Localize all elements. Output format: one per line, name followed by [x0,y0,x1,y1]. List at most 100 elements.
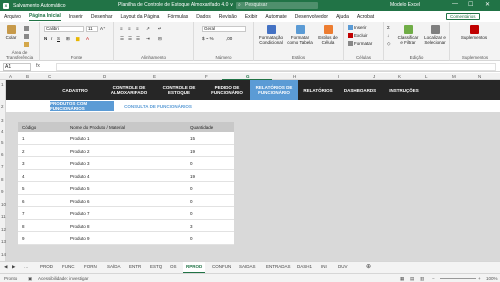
column-header[interactable]: K [398,74,401,79]
column-header[interactable]: H [293,74,296,79]
column-header[interactable]: M [452,74,456,79]
prev-sheet-icon[interactable]: ◀ [4,264,7,270]
table-row[interactable]: 3 Produto 3 0 [18,157,234,170]
row-header[interactable]: 7 [1,164,4,169]
nav-controle-almoxarifado[interactable]: CONTROLE DE ALMOXARIFADO [104,80,154,100]
row-header[interactable]: 6 [1,152,4,157]
tab-formulas[interactable]: Fórmulas [167,13,188,21]
nav-instrucoes[interactable]: INSTRUÇÕES [382,80,426,100]
formula-input[interactable] [56,63,496,71]
sheet-tab-saidas[interactable]: SAIDAS [239,264,256,269]
column-header[interactable]: I [338,74,339,79]
search-box[interactable]: ⌕ Pesquisar [236,2,318,9]
column-header[interactable]: E [153,74,156,79]
nav-relatorios[interactable]: RELATÓRIOS [298,80,338,100]
tab-pagina-inicial[interactable]: Página Inicial [28,12,61,21]
sheet-tab-func[interactable]: FUNC [62,264,75,269]
nav-controle-estoque[interactable]: CONTROLE DE ESTOQUE [154,80,204,100]
insert-button[interactable]: Inserir [348,25,367,31]
sheet-tab-duv[interactable]: DUV [338,264,348,269]
align-bottom-icon[interactable]: ≡ [136,26,139,31]
page-layout-view-icon[interactable]: ▤ [410,276,414,282]
column-header[interactable]: B [26,74,29,79]
zoom-level[interactable]: 100% [486,276,498,281]
column-header[interactable]: N [478,74,481,79]
fill-color-icon[interactable]: ▆ [76,36,79,42]
column-header[interactable]: C [48,74,51,79]
orientation-icon[interactable]: ↗ [146,26,150,32]
underline-icon[interactable]: S [57,36,60,41]
sheet-tab-entr[interactable]: ENTR [129,264,141,269]
normal-view-icon[interactable]: ▦ [400,276,404,282]
sheet-tab-os[interactable]: OS [170,264,177,269]
cut-icon[interactable] [24,26,29,31]
font-size-select[interactable]: 11 [86,26,98,32]
italic-icon[interactable]: I [51,36,52,41]
table-row[interactable]: 9 Produto 9 0 [18,232,234,245]
sheet-tab-confun[interactable]: CONFUN [212,264,231,269]
maximize-icon[interactable]: ☐ [468,1,473,8]
fx-icon[interactable]: fx [36,63,40,69]
font-color-icon[interactable]: A [86,36,89,41]
conditional-format-button[interactable]: Formatação Condicional [258,25,284,45]
tab-ajuda[interactable]: Ajuda [336,13,349,21]
align-middle-icon[interactable]: ≡ [128,26,131,31]
copy-icon[interactable] [24,34,29,39]
column-header[interactable]: A [9,74,12,79]
table-row[interactable]: 7 Produto 7 0 [18,207,234,220]
name-box[interactable]: A1 [3,63,31,71]
zoom-out-icon[interactable]: − [432,276,435,281]
currency-icon[interactable]: $ ~ % [202,36,214,41]
accessibility-status[interactable]: Acessibilidade: investigar [38,276,89,281]
align-center-icon[interactable]: ☰ [128,36,132,42]
delete-button[interactable]: Excluir [348,33,368,39]
row-header[interactable]: 8 [1,177,4,182]
table-row[interactable]: 8 Produto 8 3 [18,219,234,232]
tab-layout[interactable]: Layout da Página [121,13,160,21]
paste-button[interactable]: Colar [4,25,18,40]
tab-automate[interactable]: Automate [265,13,286,21]
macro-record-icon[interactable]: ▣ [28,276,32,282]
sheet-tab-entradas[interactable]: ENTRADAS [266,264,291,269]
addins-button[interactable]: Suplementos [456,25,492,40]
sheet-tab-ini[interactable]: INI [321,264,327,269]
format-button[interactable]: Formatar [348,41,372,47]
sheet-tab-estq[interactable]: ESTQ [150,264,162,269]
align-top-icon[interactable]: ≡ [120,26,123,31]
fill-icon[interactable]: ↓ [387,33,389,38]
cell-styles-button[interactable]: Estilos de Célula [315,25,341,45]
sheet-tab-dash1[interactable]: DASH1 [297,264,312,269]
nav-relatorios-funcionario[interactable]: RELATÓRIOS DE FUNCIONÁRIO [250,80,298,100]
row-header[interactable]: 2 [1,104,4,109]
bold-icon[interactable]: N [44,36,47,41]
zoom-slider[interactable] [440,278,476,279]
page-break-view-icon[interactable]: ▥ [420,276,424,282]
column-header[interactable]: F [205,74,208,79]
sort-filter-button[interactable]: Classificar e Filtrar [396,25,420,45]
nav-dashboards[interactable]: DASHBOARDS [338,80,382,100]
wrap-text-icon[interactable]: ↵ [158,26,162,32]
nav-pedido-funcionario[interactable]: PEDIDO DE FUNCIONÁRIO [204,80,250,100]
tab-revisao[interactable]: Revisão [219,13,237,21]
worksheet[interactable]: CADASTRO CONTROLE DE ALMOXARIFADO CONTRO… [6,80,500,261]
user-name[interactable]: Modelo Excel [390,2,420,8]
row-header[interactable]: 11 [1,214,6,219]
decimal-icon[interactable]: ,00 [226,36,232,41]
borders-icon[interactable]: ⊞ [66,36,70,42]
row-header[interactable]: 4 [1,129,4,134]
format-table-button[interactable]: Formatar como Tabela [287,25,313,45]
tab-desenhar[interactable]: Desenhar [91,13,113,21]
next-sheet-icon[interactable]: ▶ [12,264,15,270]
grow-font-icon[interactable]: A⁺ [100,26,105,32]
indent-icon[interactable]: ⇥ [146,36,150,42]
table-row[interactable]: 6 Produto 6 0 [18,194,234,207]
autosum-icon[interactable]: Σ [387,25,390,30]
row-header[interactable]: 9 [1,189,4,194]
table-row[interactable]: 2 Produto 2 19 [18,144,234,157]
find-select-button[interactable]: Localizar e Selecionar [422,25,448,45]
tab-desenvolvedor[interactable]: Desenvolvedor [295,13,328,21]
table-row[interactable]: 1 Produto 1 15 [18,132,234,145]
add-sheet-icon[interactable]: ⊕ [366,263,371,270]
zoom-in-icon[interactable]: + [478,276,481,281]
font-name-select[interactable]: Calibri [44,26,84,32]
